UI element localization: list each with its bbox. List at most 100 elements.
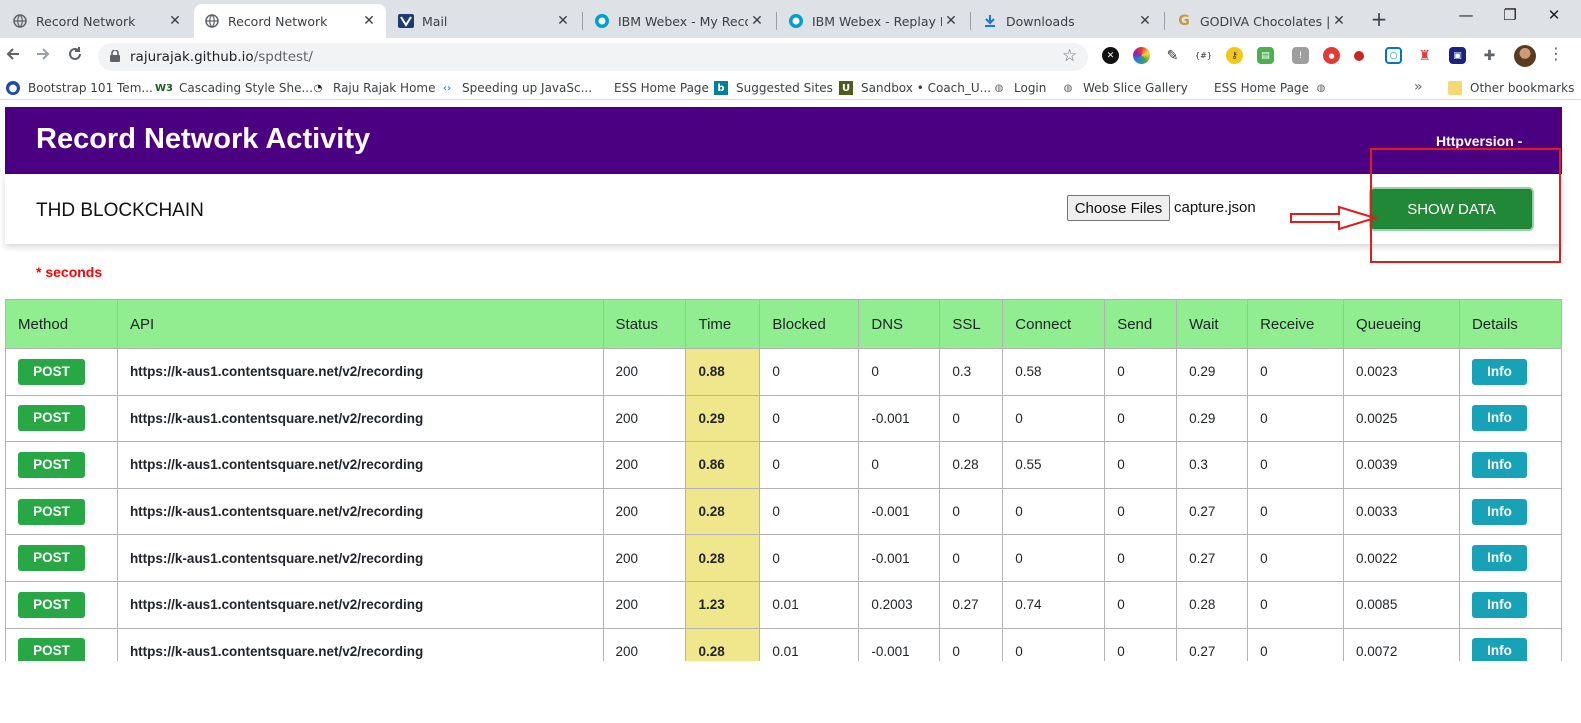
receive-cell: 0 (1247, 487, 1345, 536)
details-cell: Info (1458, 441, 1562, 489)
ssl-cell: 0 (939, 627, 1004, 661)
queueing-cell: 0.0033 (1343, 487, 1460, 536)
globe-icon: ◍ (1316, 82, 1326, 94)
bookmark-ess-home-2[interactable]: ESS Home Page (1214, 79, 1309, 97)
key-extension-icon[interactable]: ⚷ (1226, 47, 1243, 64)
puzzle-alert-extension-icon[interactable]: ! (1292, 47, 1309, 64)
close-icon[interactable]: ✕ (1136, 13, 1154, 29)
minimize-button[interactable]: — (1443, 6, 1489, 24)
globe-icon: ◍ (994, 82, 1004, 94)
api-cell: https://k-aus1.contentsquare.net/v2/reco… (116, 627, 604, 661)
restore-button[interactable]: ❐ (1487, 6, 1533, 24)
tab-downloads[interactable]: Downloads ✕ (972, 4, 1162, 38)
info-button[interactable]: Info (1471, 638, 1527, 661)
method-badge: POST (18, 405, 85, 432)
send-cell: 0 (1104, 441, 1178, 489)
person-extension-icon[interactable]: ♜ (1416, 47, 1433, 64)
method-badge: POST (18, 358, 85, 385)
circle-extension-icon[interactable]: ○ (1385, 47, 1402, 64)
record-extension-icon[interactable]: ● (1323, 47, 1340, 64)
units-note: * seconds (36, 264, 103, 280)
info-button[interactable]: Info (1471, 498, 1527, 525)
status-cell: 200 (602, 580, 687, 629)
close-icon[interactable]: ✕ (554, 13, 572, 29)
info-button[interactable]: Info (1471, 405, 1527, 432)
monitor-extension-icon[interactable]: ▣ (1449, 47, 1466, 64)
method-cell: POST (5, 394, 118, 443)
bookmark-label: Bootstrap 101 Tem... (28, 81, 153, 95)
tab-godiva[interactable]: G GODIVA Chocolates | Go ✕ (1166, 4, 1356, 38)
bookmark-globe[interactable]: ◍ (1314, 79, 1336, 97)
annotation-arrow-icon (1290, 205, 1379, 231)
info-button[interactable]: Info (1471, 358, 1527, 385)
info-button[interactable]: Info (1471, 545, 1527, 572)
column-header-details: Details (1458, 299, 1562, 349)
send-cell: 0 (1104, 394, 1178, 443)
sheet-extension-icon[interactable]: ▤ (1257, 47, 1274, 64)
bookmark-sandbox[interactable]: U Sandbox • Coach_U... (839, 79, 991, 97)
json-extension-icon[interactable]: {#} (1195, 47, 1212, 64)
menu-icon[interactable]: ⋮ (1548, 44, 1564, 63)
receive-cell: 0 (1247, 348, 1345, 396)
receive-cell: 0 (1247, 627, 1345, 661)
api-cell: https://k-aus1.contentsquare.net/v2/reco… (116, 348, 604, 396)
method-badge: POST (18, 451, 85, 478)
bookmark-web-slice[interactable]: ◍ Web Slice Gallery (1061, 79, 1188, 97)
bookmarks-overflow-button[interactable]: » (1414, 79, 1423, 95)
column-header-method: Method (5, 299, 118, 349)
method-cell: POST (5, 487, 118, 536)
status-cell: 200 (602, 394, 687, 443)
tab-mail[interactable]: Mail ✕ (388, 4, 580, 38)
other-bookmarks[interactable]: Other bookmarks (1448, 79, 1574, 97)
bookmark-speeding-js[interactable]: ‹› Speeding up JavaSc... (440, 79, 592, 97)
method-cell: POST (5, 534, 118, 582)
close-icon[interactable]: ✕ (166, 13, 184, 29)
bookmark-css[interactable]: W3 Cascading Style She... (155, 79, 313, 97)
tab-record-network-2[interactable]: Record Network ✕ (194, 4, 386, 38)
back-arrow-icon[interactable] (2, 46, 24, 68)
time-cell: 0.86 (685, 441, 761, 489)
queueing-cell: 0.0072 (1343, 627, 1460, 661)
avatar[interactable] (1514, 45, 1536, 67)
tab-divider (776, 12, 777, 30)
close-icon[interactable]: ✕ (942, 13, 960, 29)
close-icon[interactable]: ✕ (1330, 13, 1348, 29)
globe-icon: ◍ (1063, 82, 1073, 94)
new-tab-button[interactable]: + (1368, 8, 1390, 30)
extension-x-icon[interactable]: ✕ (1102, 47, 1119, 64)
receive-cell: 0 (1247, 394, 1345, 443)
puzzle-icon[interactable]: ✚ (1481, 47, 1498, 64)
receive-cell: 0 (1247, 441, 1345, 489)
close-icon[interactable]: ✕ (748, 13, 766, 29)
tab-webex-replay[interactable]: IBM Webex - Replay Rec ✕ (778, 4, 968, 38)
info-button[interactable]: Info (1471, 451, 1527, 478)
bookmark-label: Login (1014, 81, 1047, 95)
column-header-queueing: Queueing (1343, 299, 1460, 349)
bookmark-raju-home[interactable]: ◔ Raju Rajak Home (311, 79, 436, 97)
tab-webex-my-record[interactable]: IBM Webex - My Record ✕ (584, 4, 774, 38)
blocked-cell: 0.01 (759, 580, 860, 629)
choose-files-button[interactable]: Choose Files (1067, 195, 1170, 221)
close-icon[interactable]: ✕ (360, 13, 378, 29)
bookmark-star-icon[interactable]: ☆ (1062, 46, 1077, 66)
reload-icon[interactable] (64, 46, 86, 68)
bookmark-login[interactable]: ◍ Login (992, 79, 1047, 97)
bookmark-ess-home-1[interactable]: ESS Home Page (614, 79, 709, 97)
color-picker-icon[interactable] (1133, 47, 1150, 64)
red-dot-extension-icon[interactable] (1354, 51, 1364, 61)
info-button[interactable]: Info (1471, 591, 1527, 618)
bookmark-suggested-sites[interactable]: b Suggested Sites (714, 79, 833, 97)
eyedropper-icon[interactable]: ✎ (1164, 47, 1181, 64)
page-title: Record Network Activity (36, 123, 371, 155)
forward-arrow-icon[interactable] (32, 46, 54, 68)
bookmark-bootstrap[interactable]: ● Bootstrap 101 Tem... (6, 79, 153, 97)
selected-file-name: capture.json (1174, 199, 1256, 216)
column-header-connect: Connect (1002, 299, 1106, 349)
connect-cell: 0.58 (1002, 348, 1106, 396)
dns-cell: -0.001 (858, 487, 941, 536)
address-bar[interactable]: rajurajak.github.io/spdtest/ (98, 43, 1088, 71)
dns-cell: -0.001 (858, 627, 941, 661)
tab-record-network-1[interactable]: Record Network ✕ (2, 4, 192, 38)
ssl-cell: 0.3 (939, 348, 1004, 396)
close-window-button[interactable]: ✕ (1531, 6, 1577, 24)
